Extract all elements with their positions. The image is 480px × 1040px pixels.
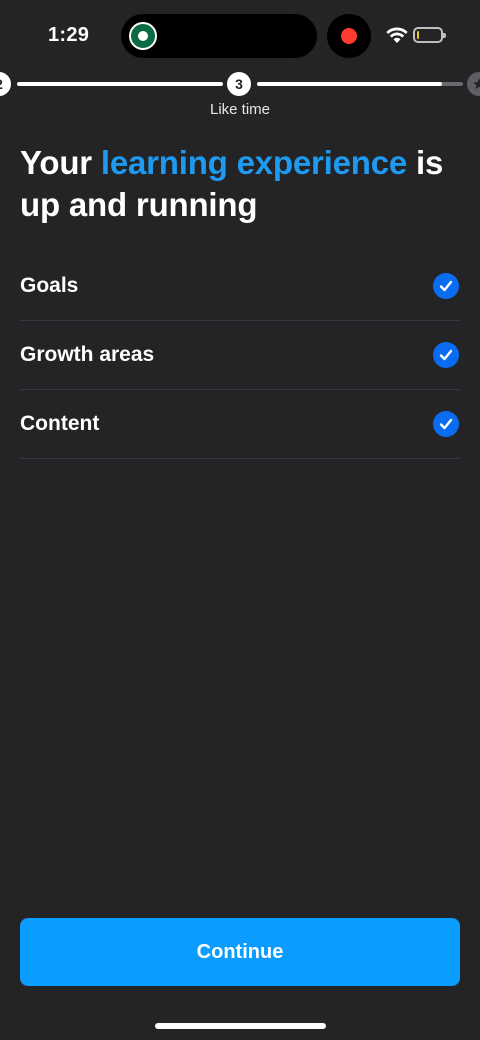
title-part-1: Your (20, 144, 101, 181)
checklist-item-content: Content (20, 390, 460, 459)
battery-low-icon (413, 27, 446, 43)
step-caption: Like time (209, 101, 271, 118)
step-node-current: 3 (227, 72, 251, 96)
checklist-item-goals: Goals (20, 252, 460, 321)
step-line-progress (257, 82, 442, 86)
status-time: 1:29 (48, 24, 90, 46)
home-indicator[interactable] (155, 1023, 326, 1029)
wifi-icon (386, 27, 408, 43)
checklist-item-growth-areas: Growth areas (20, 321, 460, 390)
step-node-previous: 2 (0, 72, 11, 96)
status-bar: 1:29 (0, 0, 480, 72)
continue-button[interactable]: Continue (20, 918, 460, 986)
star-icon (467, 72, 480, 96)
checklist-item-label: Content (20, 412, 100, 435)
starbucks-logo-icon (129, 22, 157, 50)
title-accent: learning experience (100, 144, 408, 181)
page-title: Your learning experience is up and runni… (20, 142, 460, 226)
checklist-item-label: Growth areas (20, 343, 155, 366)
checkmark-circle-icon (433, 342, 459, 368)
checkmark-circle-icon (433, 273, 459, 299)
checklist-item-label: Goals (20, 274, 79, 297)
battery-fill (417, 31, 419, 39)
checkmark-circle-icon (433, 411, 459, 437)
onboarding-progress-stepper: 2 3 Like time (0, 70, 480, 120)
step-line-completed (17, 82, 223, 86)
screen-recording-indicator (327, 14, 371, 58)
setup-checklist: Goals Growth areas Content (20, 252, 460, 459)
dynamic-island (121, 14, 317, 58)
record-dot-icon (341, 28, 357, 44)
